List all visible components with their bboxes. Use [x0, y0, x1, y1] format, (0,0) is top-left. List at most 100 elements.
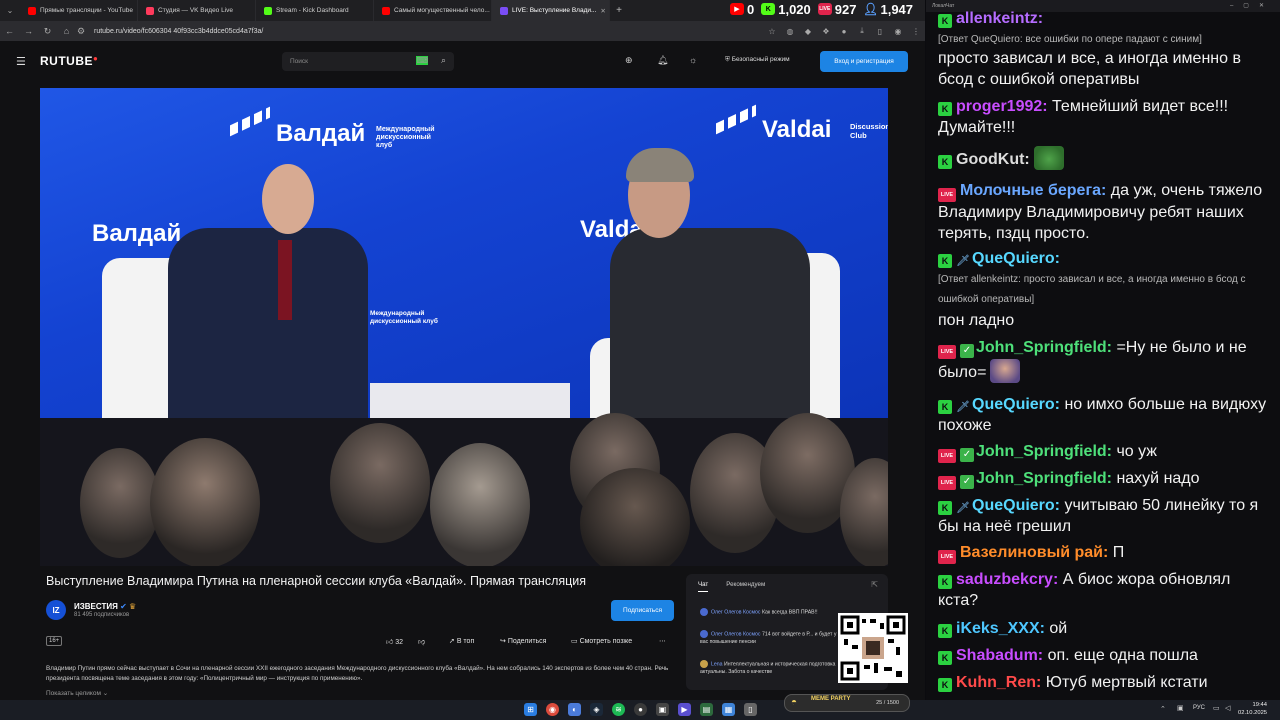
- chat-username[interactable]: QueQuiero:: [972, 396, 1060, 413]
- chat-username[interactable]: Вазелиновый рай:: [960, 544, 1108, 561]
- tray-app-icon[interactable]: ▣: [1177, 704, 1184, 712]
- login-button[interactable]: Вход и регистрация: [820, 51, 908, 72]
- keyboard-icon[interactable]: ⌨: [416, 56, 428, 65]
- face-emote-icon: [990, 359, 1021, 383]
- tray-chevron-icon[interactable]: ⌃: [1160, 705, 1166, 713]
- extension-icon[interactable]: ●: [835, 27, 853, 36]
- show-more-link[interactable]: Показать целиком ⌄: [46, 689, 108, 697]
- chat-username[interactable]: Олег Олегов Космос: [711, 631, 761, 637]
- extensions-puzzle-icon[interactable]: ❖: [817, 27, 835, 36]
- chat-username[interactable]: allenkeintz:: [956, 10, 1043, 27]
- spotify-icon[interactable]: ≋: [612, 703, 625, 716]
- channel-avatar[interactable]: IZ: [46, 600, 66, 620]
- dislike-button[interactable]: 👎︎: [418, 637, 425, 646]
- rutube-logo[interactable]: RUTUBE●: [40, 54, 98, 68]
- app-icon[interactable]: ▯: [744, 703, 757, 716]
- avatar: [700, 630, 708, 638]
- search-input[interactable]: Поиск ⌨ ⌕: [282, 52, 454, 71]
- chat-username[interactable]: QueQuiero:: [972, 250, 1060, 267]
- kick-badge-icon: K: [938, 624, 952, 638]
- chat-username[interactable]: QueQuiero:: [972, 497, 1060, 514]
- logo-text: RUTUBE: [40, 54, 93, 68]
- chat-username[interactable]: John_Springfield:: [976, 339, 1112, 356]
- search-icon[interactable]: ⌕: [441, 55, 446, 66]
- obs-icon[interactable]: ●: [634, 703, 647, 716]
- chat-username[interactable]: GoodKut:: [956, 151, 1030, 168]
- site-info-icon[interactable]: ⚙: [76, 26, 86, 37]
- chat-username[interactable]: Lena: [711, 661, 723, 667]
- tab-vk-studio[interactable]: Студия — VK Видео Live: [138, 0, 256, 21]
- hamburger-menu-icon[interactable]: ☰: [16, 55, 28, 68]
- speaker-left-head: [262, 164, 314, 234]
- app-icon[interactable]: ▤: [700, 703, 713, 716]
- subscribe-button[interactable]: Подписаться: [611, 600, 674, 621]
- chat-message: KiKeks_XXX: ой: [938, 618, 1274, 639]
- kick-badge-icon: K: [938, 14, 952, 28]
- safe-mode-toggle[interactable]: ⛨ Безопасный режим: [725, 56, 790, 64]
- forward-icon[interactable]: →: [19, 26, 38, 36]
- tab-youtube-video[interactable]: Самый могущественный чело...: [374, 0, 492, 21]
- more-options-icon[interactable]: ⋯: [659, 637, 666, 645]
- chat-message: Ksaduzbekcry: А биос жора обновлял кста?: [938, 569, 1274, 611]
- watch-later-button[interactable]: ▭ Смотреть позже: [571, 637, 632, 645]
- popout-icon[interactable]: ⇱: [871, 580, 878, 589]
- app-icon[interactable]: ▣: [656, 703, 669, 716]
- browser-taskbar-icon[interactable]: ▦: [722, 703, 735, 716]
- tab-recommended[interactable]: Рекомендуем: [726, 581, 765, 588]
- new-tab-button[interactable]: +: [610, 5, 628, 16]
- kick-badge-icon: K: [938, 400, 952, 414]
- volume-icon[interactable]: ◁: [1225, 704, 1230, 712]
- chat-username[interactable]: Kuhn_Ren:: [956, 674, 1041, 691]
- download-icon[interactable]: ⤓: [853, 26, 871, 36]
- profile-icon[interactable]: ◉: [889, 27, 907, 36]
- discord-icon[interactable]: ◐: [568, 703, 581, 716]
- bookmark-star-icon[interactable]: ☆: [763, 27, 781, 36]
- steam-icon[interactable]: ◈: [590, 703, 603, 716]
- channel-name[interactable]: ИЗВЕСТИЯ ✔ ♛: [74, 602, 136, 611]
- url-field[interactable]: rutube.ru/video/fc606304 40f93cc3b4ddce0…: [94, 28, 763, 35]
- tab-search-icon[interactable]: ⌄: [0, 6, 20, 15]
- sword-badge-icon: 🗡︎: [956, 401, 970, 413]
- chat-username[interactable]: Олег Олегов Космос: [711, 609, 761, 615]
- tab-rutube-live[interactable]: LIVE: Выступление Влади... ✕: [492, 0, 610, 21]
- windows-start-icon[interactable]: ⊞: [524, 703, 537, 716]
- network-icon[interactable]: ▭: [1213, 704, 1220, 712]
- chat-username[interactable]: John_Springfield:: [976, 443, 1112, 460]
- theme-sun-icon[interactable]: ☼: [689, 55, 697, 65]
- chrome-icon[interactable]: ◉: [546, 703, 559, 716]
- chat-username[interactable]: Shabadum:: [956, 647, 1043, 664]
- home-icon[interactable]: ⌂: [57, 26, 76, 36]
- to-top-button[interactable]: ➚ В топ: [449, 637, 474, 645]
- tab-youtube[interactable]: Прямые трансляции - YouTube: [20, 0, 138, 21]
- tab-chat[interactable]: Чат: [698, 581, 709, 592]
- safe-mode-label: Безопасный режим: [731, 56, 790, 63]
- chat-message: K Shabadum: оп. еще одна пошла: [938, 645, 1274, 666]
- tab-kick[interactable]: Stream - Kick Dashboard: [256, 0, 374, 21]
- chat-username[interactable]: John_Springfield:: [976, 470, 1112, 487]
- avatar: [700, 660, 708, 668]
- video-title: Выступление Владимира Путина на пленарно…: [46, 574, 587, 588]
- chat-username[interactable]: saduzbekcry:: [956, 571, 1058, 588]
- notifications-bell-icon[interactable]: 🔔︎: [657, 55, 668, 66]
- back-icon[interactable]: ←: [0, 26, 19, 36]
- vk-viewers: LIVE 927: [817, 2, 856, 17]
- qr-code-icon: [840, 615, 906, 681]
- chat-username[interactable]: Молочные берега:: [960, 182, 1106, 199]
- upload-icon[interactable]: ⊕: [625, 55, 633, 66]
- chat-username[interactable]: proger1992:: [956, 98, 1048, 115]
- close-icon[interactable]: ✕: [600, 7, 605, 15]
- reload-icon[interactable]: ↻: [38, 26, 57, 37]
- app-icon[interactable]: ▶: [678, 703, 691, 716]
- menu-dots-icon[interactable]: ⋮: [907, 27, 925, 36]
- desktop: ⌄ Прямые трансляции - YouTube Студия — V…: [0, 0, 1280, 720]
- share-button[interactable]: ↪ Поделиться: [500, 637, 546, 645]
- sidebar-icon[interactable]: ▯: [871, 27, 889, 36]
- keyboard-language[interactable]: РУС: [1193, 705, 1205, 711]
- chat-username[interactable]: iKeks_XXX:: [956, 620, 1045, 637]
- extension-icon[interactable]: ◆: [799, 27, 817, 36]
- video-player[interactable]: Валдай Международный дискуссионный клуб …: [40, 88, 888, 566]
- extension-icon[interactable]: ◍: [781, 27, 799, 36]
- chat-text: Ютуб мертвый кстати: [1041, 674, 1208, 691]
- like-button[interactable]: 👍︎ 32: [386, 637, 403, 646]
- system-clock[interactable]: 19:44 02.10.2025: [1238, 701, 1267, 717]
